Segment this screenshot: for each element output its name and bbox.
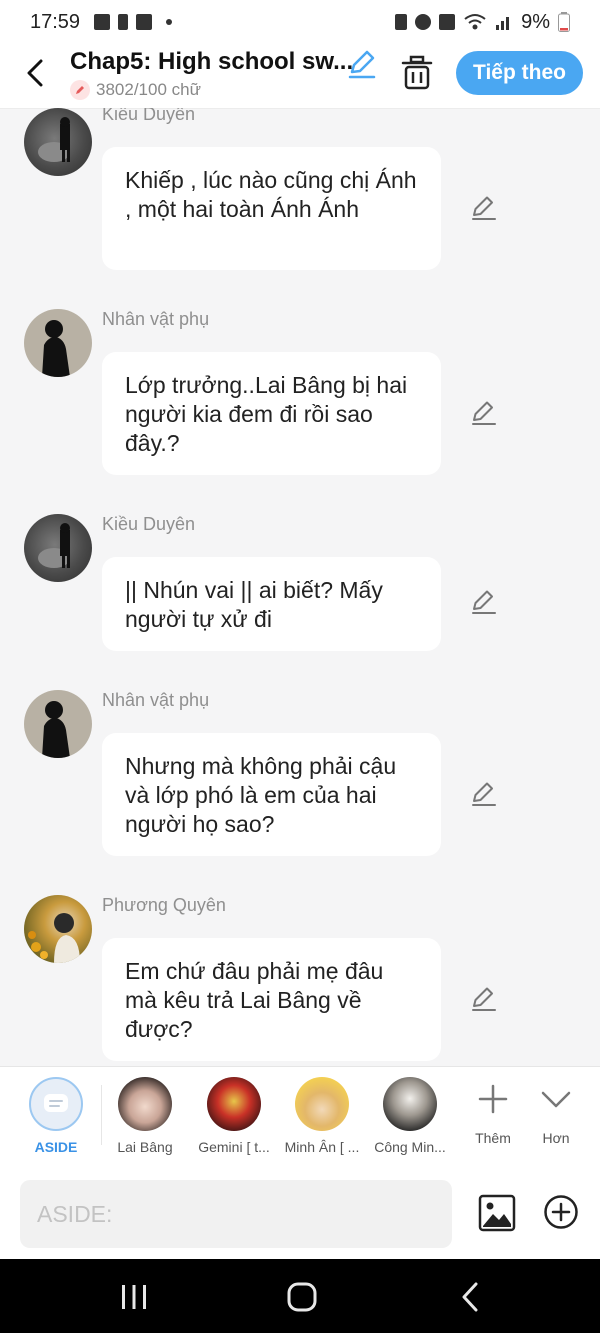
chapter-header: Chap5: High school sw... 3802/100 chữ Ti…: [0, 44, 600, 109]
message-bubble[interactable]: Nhưng mà không phải cậu và lớp phó là em…: [102, 733, 441, 856]
recent-apps-icon: [122, 1285, 146, 1309]
character-avatar: [118, 1077, 172, 1131]
word-count: 3802/100 chữ: [70, 80, 201, 100]
sender-name: Nhân vật phụ: [102, 309, 210, 329]
avatar[interactable]: [24, 108, 92, 176]
character-avatar: [383, 1077, 437, 1131]
character-name: Lai Bâng: [117, 1139, 173, 1155]
sender-name: Kiều Duyên: [102, 108, 196, 124]
character-avatar: [295, 1077, 349, 1131]
sender-name: Nhân vật phụ: [102, 690, 210, 710]
pencil-icon: [472, 782, 496, 806]
message-bubble[interactable]: Lớp trưởng..Lai Bâng bị hai người kia đe…: [102, 352, 441, 475]
plus-icon: [478, 1084, 508, 1114]
alert-icon: [118, 14, 129, 30]
back-nav-button[interactable]: [450, 1277, 490, 1317]
message-bubble[interactable]: Em chứ đâu phải mẹ đâu mà kêu trả Lai Bâ…: [102, 938, 441, 1061]
character-item[interactable]: Lai Bâng: [102, 1077, 188, 1155]
edit-message-button[interactable]: [470, 985, 498, 1013]
home-button[interactable]: [282, 1277, 322, 1317]
system-navigation-bar: [0, 1259, 600, 1333]
chevron-left-icon: [27, 59, 43, 87]
avatar[interactable]: [24, 514, 92, 582]
status-bar: 17:59 9%: [0, 0, 600, 44]
pencil-icon: [472, 590, 496, 614]
message-input[interactable]: [20, 1180, 452, 1248]
status-time: 17:59: [30, 10, 81, 33]
pencil-icon: [472, 987, 496, 1011]
next-button[interactable]: Tiếp theo: [456, 51, 583, 95]
more-notifications-dot: [166, 19, 173, 25]
character-item[interactable]: Gemini [ t...: [191, 1077, 277, 1155]
character-name: Công Min...: [374, 1139, 446, 1155]
image-icon: [478, 1194, 516, 1232]
edit-message-button[interactable]: [470, 194, 498, 222]
aside-avatar: [29, 1077, 83, 1131]
sender-name: Phương Quyên: [102, 895, 226, 915]
gallery-icon: [94, 14, 111, 30]
signal-icon: [496, 17, 510, 30]
character-item[interactable]: Công Min...: [367, 1077, 453, 1155]
pencil-icon: [472, 196, 496, 220]
chat-bubble-icon: [44, 1094, 68, 1112]
pencil-icon: [348, 50, 376, 79]
character-selector: ASIDE Lai Bâng Gemini [ t... Minh Ân [ .…: [0, 1066, 600, 1172]
back-arrow-icon: [462, 1282, 478, 1312]
character-name: Gemini [ t...: [198, 1139, 270, 1155]
avatar[interactable]: [24, 690, 92, 758]
lock-icon: [395, 14, 408, 30]
avatar[interactable]: [24, 309, 92, 377]
chevron-down-icon: [541, 1091, 571, 1108]
mute-icon: [439, 14, 456, 30]
character-aside[interactable]: ASIDE: [13, 1077, 99, 1155]
alarm-icon: [415, 14, 432, 30]
sender-name: Kiều Duyên: [102, 514, 196, 534]
trash-icon: [401, 55, 433, 90]
chat-list[interactable]: Kiều Duyên Khiếp , lúc nào cũng chị Ánh …: [0, 108, 600, 1066]
word-count-pencil-icon: [70, 80, 90, 100]
character-name: Minh Ân [ ...: [284, 1139, 360, 1155]
character-avatar: [207, 1077, 261, 1131]
expand-label: Hơn: [542, 1130, 570, 1146]
edit-title-button[interactable]: [346, 48, 378, 80]
message-bubble[interactable]: Khiếp , lúc nào cũng chị Ánh , một hai t…: [102, 147, 441, 270]
add-button[interactable]: [543, 1194, 579, 1230]
chapter-title: Chap5: High school sw...: [70, 48, 354, 75]
pencil-icon: [472, 401, 496, 425]
word-count-text: 3802/100 chữ: [96, 80, 201, 99]
plus-circle-icon: [544, 1195, 578, 1229]
battery-percent: 9%: [521, 10, 550, 33]
back-button[interactable]: [18, 56, 52, 90]
insert-image-button[interactable]: [478, 1194, 516, 1232]
delete-button[interactable]: [400, 54, 434, 92]
edit-message-button[interactable]: [470, 399, 498, 427]
add-character-button[interactable]: Thêm: [463, 1083, 523, 1146]
edit-message-button[interactable]: [470, 588, 498, 616]
battery-icon: [558, 12, 570, 32]
recent-apps-button[interactable]: [114, 1277, 154, 1317]
expand-button[interactable]: Hơn: [526, 1083, 586, 1146]
message-bubble[interactable]: || Nhún vai || ai biết? Mấy người tự xử …: [102, 557, 441, 651]
edit-message-button[interactable]: [470, 780, 498, 808]
home-icon: [287, 1282, 317, 1312]
avatar[interactable]: [24, 895, 92, 963]
character-name: ASIDE: [34, 1139, 78, 1155]
input-bar: [0, 1171, 600, 1259]
character-item[interactable]: Minh Ân [ ...: [279, 1077, 365, 1155]
shop-icon: [136, 14, 153, 30]
wifi-icon: [464, 14, 486, 30]
add-character-label: Thêm: [475, 1130, 511, 1146]
